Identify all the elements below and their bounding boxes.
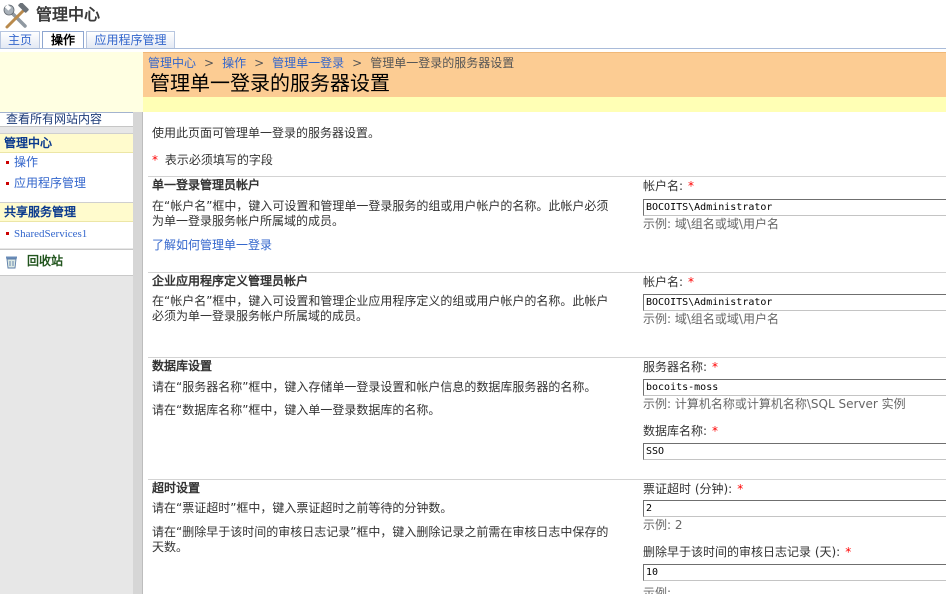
field-label: 数据库名称: [643, 424, 708, 438]
nav-header-central-admin[interactable]: 管理中心 [0, 133, 133, 153]
field-example: 示例: 域\组名或域\用户名 [643, 217, 779, 231]
nav-item-application-management[interactable]: 应用程序管理 [0, 175, 133, 193]
section-title-timeout: 超时设置 [152, 481, 201, 495]
nav-header-shared-services[interactable]: 共享服务管理 [0, 202, 133, 222]
section-title-sso-admin: 单一登录管理员帐户 [152, 178, 261, 192]
view-all-site-content-link[interactable]: 查看所有网站内容 [0, 112, 133, 127]
ticket-timeout-input[interactable] [643, 500, 946, 517]
tab-operations[interactable]: 操作 [42, 31, 84, 48]
nav-item-label: SharedServices1 [14, 228, 88, 240]
nav-item-label: 操作 [14, 155, 39, 169]
top-nav-tabbar: 主页 操作 应用程序管理 [0, 31, 946, 49]
section-separator [148, 176, 946, 177]
field-example: 示例: 2 [643, 518, 683, 532]
title-area-bottom-band [143, 97, 946, 112]
left-nav-divider-strip [133, 112, 143, 594]
main-content [144, 112, 946, 594]
field-example: 示例: 域\组名或域\用户名 [643, 312, 779, 326]
database-name-input[interactable] [643, 443, 946, 460]
recycle-bin-link[interactable]: 回收站 [0, 249, 133, 276]
nav-item-operations[interactable]: 操作 [0, 154, 133, 172]
required-marker: * [152, 153, 158, 167]
required-note: * 表示必须填写的字段 [152, 153, 273, 167]
tab-application-management[interactable]: 应用程序管理 [86, 31, 175, 48]
server-name-input[interactable] [643, 379, 946, 396]
section-title-eapp-admin: 企业应用程序定义管理员帐户 [152, 274, 309, 288]
section-separator [148, 272, 946, 273]
field-example: 示例: 计算机名称或计算机名称\SQL Server 实例 [643, 397, 906, 411]
required-marker: * [688, 275, 695, 289]
nav-item-label: 应用程序管理 [14, 176, 87, 190]
field-label: 帐户名: [643, 179, 684, 193]
bullet-icon [6, 161, 9, 164]
section-description: 在“帐户名”框中，键入可设置和管理企业应用程序定义的组或用户帐户的名称。此帐户必… [152, 294, 609, 323]
field-example: 示例: [643, 586, 672, 594]
learn-manage-sso-link[interactable]: 了解如何管理单一登录 [152, 238, 272, 252]
breadcrumb: 管理中心 > 操作 > 管理单一登录 > 管理单一登录的服务器设置 [148, 56, 514, 70]
field-label: 服务器名称: [643, 360, 708, 374]
recycle-bin-icon [5, 255, 18, 269]
breadcrumb-item-central-admin[interactable]: 管理中心 [148, 56, 196, 70]
section-separator [148, 479, 946, 480]
nav-item-sharedservices1[interactable]: SharedServices1 [0, 225, 133, 243]
field-label: 删除早于该时间的审核日志记录 (天): [643, 545, 841, 559]
section-title-database: 数据库设置 [152, 359, 213, 373]
breadcrumb-separator: > [352, 56, 363, 70]
bullet-icon [6, 182, 9, 185]
field-label-row: 删除早于该时间的审核日志记录 (天): * [643, 545, 851, 559]
section-description: 请在“删除早于该时间的审核日志记录”框中，键入删除记录之前需在审核日志中保存的天… [152, 525, 609, 554]
section-separator [148, 357, 946, 358]
breadcrumb-item-manage-sso[interactable]: 管理单一登录 [272, 56, 344, 70]
breadcrumb-separator: > [204, 56, 215, 70]
section-description: 请在“数据库名称”框中，键入单一登录数据库的名称。 [152, 403, 441, 417]
field-label: 票证超时 (分钟): [643, 482, 733, 496]
field-label-row: 票证超时 (分钟): * [643, 482, 743, 496]
breadcrumb-item-operations[interactable]: 操作 [222, 56, 246, 70]
breadcrumb-separator: > [254, 56, 265, 70]
field-label-row: 数据库名称: * [643, 424, 718, 438]
breadcrumb-current: 管理单一登录的服务器设置 [370, 56, 515, 70]
section-description: 请在“票证超时”框中，键入票证超时之前等待的分钟数。 [152, 501, 453, 515]
bullet-icon [6, 232, 9, 235]
sso-admin-account-input[interactable] [643, 199, 946, 216]
title-area-left-panel [0, 52, 143, 112]
app-title: 管理中心 [36, 5, 101, 24]
required-marker: * [688, 179, 695, 193]
eapp-admin-account-input[interactable] [643, 294, 946, 311]
recycle-bin-label: 回收站 [27, 254, 64, 268]
field-label-row: 帐户名: * [643, 179, 694, 193]
field-label-row: 帐户名: * [643, 275, 694, 289]
tab-home[interactable]: 主页 [0, 31, 40, 48]
field-label: 帐户名: [643, 275, 684, 289]
section-description: 在“帐户名”框中，键入可设置和管理单一登录服务的组或用户帐户的名称。此帐户必须为… [152, 199, 609, 228]
required-marker: * [845, 545, 852, 559]
field-label-row: 服务器名称: * [643, 360, 718, 374]
tools-icon [2, 2, 30, 31]
required-marker: * [712, 360, 719, 374]
audit-log-purge-days-input[interactable] [643, 564, 946, 581]
required-marker: * [712, 424, 719, 438]
page-title: 管理单一登录的服务器设置 [150, 71, 390, 95]
section-description: 请在“服务器名称”框中，键入存储单一登录设置和帐户信息的数据库服务器的名称。 [152, 380, 597, 394]
required-note-text: 表示必须填写的字段 [164, 153, 273, 167]
page-description: 使用此页面可管理单一登录的服务器设置。 [152, 126, 381, 140]
required-marker: * [737, 482, 744, 496]
